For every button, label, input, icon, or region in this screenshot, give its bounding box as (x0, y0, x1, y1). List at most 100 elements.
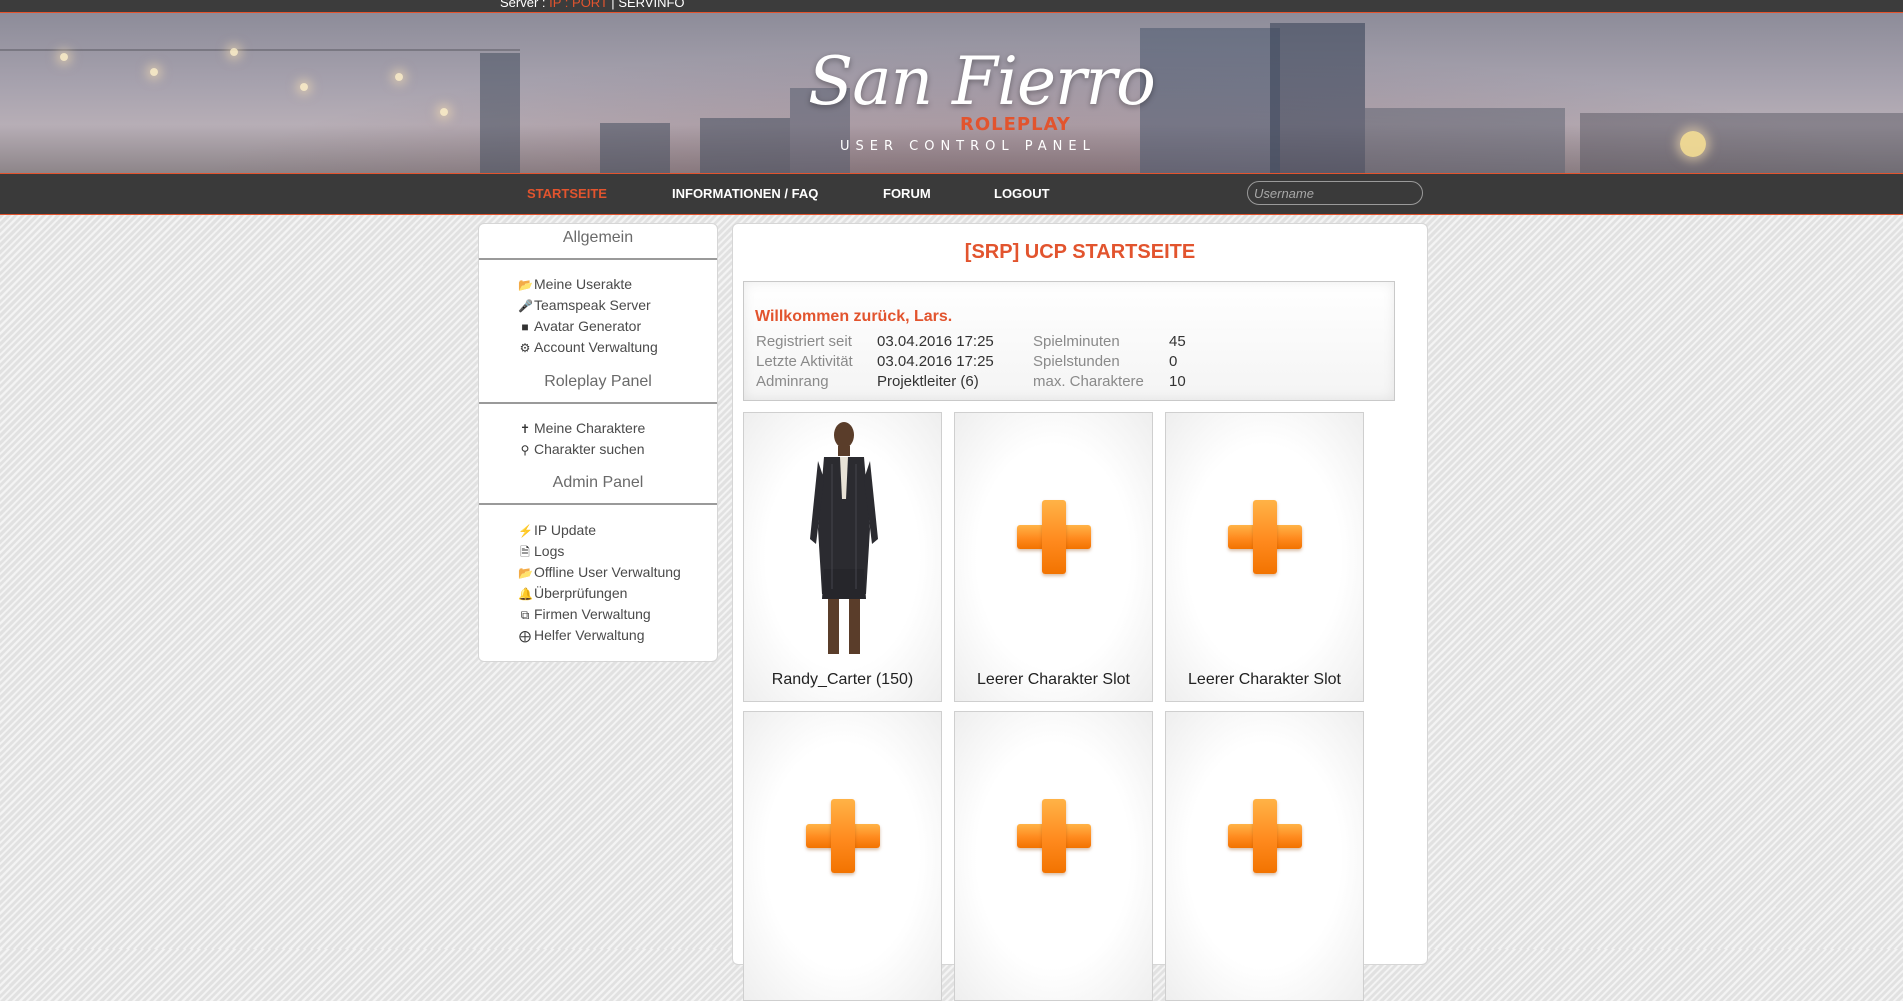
sidebar-item-label: Teamspeak Server (534, 297, 651, 313)
sidebar-item-label: Meine Charaktere (534, 420, 646, 436)
banner-light (230, 48, 238, 56)
banner-light (395, 73, 403, 81)
nav-forum[interactable]: FORUM (883, 186, 931, 201)
search-icon: ⚲ (520, 443, 530, 457)
logo-subtitle: USER CONTROL PANEL (840, 139, 1096, 154)
banner-light (440, 108, 448, 116)
plus-icon (1228, 799, 1302, 873)
sidebar-item-account-verwaltung[interactable]: ⚙ Account Verwaltung (518, 339, 658, 355)
sidebar-item-firmen-verwaltung[interactable]: ⧉ Firmen Verwaltung (518, 606, 651, 623)
stat-value-spielstunden: 0 (1169, 353, 1178, 370)
welcome-heading: Willkommen zurück, Lars. (755, 308, 953, 325)
character-name: Randy_Carter (150) (771, 671, 914, 688)
separator: | (611, 0, 615, 10)
banner-building (1365, 108, 1565, 173)
plus-icon (1017, 799, 1091, 873)
microphone-icon: 🎤 (518, 299, 533, 313)
main-content: [SRP] UCP STARTSEITE Willkommen zurück, … (732, 223, 1428, 1001)
sidebar-item-charakter-suchen[interactable]: ⚲ Charakter suchen (518, 441, 645, 457)
top-info-bar: Server : IP : PORT | SERVINFO (0, 0, 1903, 13)
banner-light (300, 83, 308, 91)
banner-light (1680, 131, 1706, 157)
empty-character-slot[interactable] (954, 711, 1153, 1001)
sidebar-item-label: Helfer Verwaltung (534, 627, 645, 643)
username-input[interactable] (1247, 181, 1423, 205)
empty-character-slot[interactable] (743, 711, 942, 1001)
plus-icon (1017, 500, 1091, 574)
stat-label-spielminuten: Spielminuten (1033, 333, 1120, 350)
bolt-icon: ⚡ (518, 524, 533, 538)
sidebar-item-teamspeak-server[interactable]: 🎤Teamspeak Server (518, 297, 651, 313)
character-card[interactable]: Randy_Carter (150) (743, 412, 942, 702)
copy-icon: ⧉ (520, 608, 530, 622)
empty-character-slot[interactable]: Leerer Charakter Slot (954, 412, 1153, 702)
empty-character-slot[interactable] (1165, 711, 1364, 1001)
banner-building (1270, 23, 1365, 173)
sidebar-item-avatar-generator[interactable]: ■ Avatar Generator (518, 318, 641, 334)
sidebar-item-meine-charaktere[interactable]: ✝ Meine Charaktere (518, 420, 645, 436)
nav-logout[interactable]: LOGOUT (994, 186, 1050, 201)
sidebar-item-helfer-verwaltung[interactable]: ⨁ Helfer Verwaltung (518, 627, 645, 643)
sidebar-item-label: Charakter suchen (534, 441, 645, 457)
divider (479, 402, 717, 404)
divider (479, 258, 717, 260)
stat-label-max-charaktere: max. Charaktere (1033, 373, 1144, 390)
sidebar-item-label: Avatar Generator (534, 318, 642, 334)
slot-label: Leerer Charakter Slot (977, 671, 1130, 688)
banner-building (1580, 113, 1903, 173)
empty-character-slot[interactable]: Leerer Charakter Slot (1165, 412, 1364, 702)
site-logo[interactable]: San Fierro ROLEPLAY USER CONTROL PANEL (800, 43, 1156, 158)
main-navigation: STARTSEITE INFORMATIONEN / FAQ FORUM LOG… (0, 173, 1903, 215)
sidebar-item-label: Account Verwaltung (534, 339, 658, 355)
banner-building (600, 123, 670, 173)
stat-label-adminrang: Adminrang (756, 373, 829, 390)
person-icon: ✝ (519, 422, 531, 436)
file-icon: 🗎 (520, 545, 530, 559)
plus-icon (806, 799, 880, 873)
sidebar-item-label: Logs (534, 543, 565, 559)
sidebar-item-label: Offline User Verwaltung (534, 564, 681, 580)
stat-value-max-charaktere: 10 (1169, 373, 1186, 390)
sidebar-item-ueberpruefungen[interactable]: 🔔Überprüfungen (518, 585, 627, 601)
nav-informationen-faq[interactable]: INFORMATIONEN / FAQ (672, 186, 818, 201)
sidebar-item-label: Überprüfungen (534, 585, 628, 601)
plus-icon (1228, 500, 1302, 574)
ip-port-link[interactable]: IP : PORT (549, 0, 608, 10)
book-icon: ■ (521, 320, 529, 334)
server-label: Server : (500, 0, 546, 10)
page-title: [SRP] UCP STARTSEITE (964, 241, 1196, 263)
banner-building (1140, 28, 1280, 173)
header-banner: San Fierro ROLEPLAY USER CONTROL PANEL (0, 13, 1903, 173)
folder-open-icon: 📂 (518, 566, 533, 580)
banner-light (150, 68, 158, 76)
sidebar-item-offline-user-verwaltung[interactable]: 📂Offline User Verwaltung (518, 564, 681, 580)
sidebar: Allgemein 📂Meine Userakte 🎤Teamspeak Ser… (478, 223, 718, 662)
lifebuoy-icon: ⨁ (519, 629, 531, 643)
slot-label: Leerer Charakter Slot (1188, 671, 1341, 688)
sidebar-heading-allgemein: Allgemein (562, 229, 634, 246)
divider (479, 503, 717, 505)
logo-roleplay-text: ROLEPLAY (960, 114, 1071, 135)
banner-light (60, 53, 68, 61)
sidebar-item-label: IP Update (534, 522, 597, 538)
welcome-panel: Willkommen zurück, Lars. Registriert sei… (743, 281, 1395, 401)
stat-label-spielstunden: Spielstunden (1033, 353, 1120, 370)
stat-value-spielminuten: 45 (1169, 333, 1186, 350)
banner-building (700, 118, 790, 173)
character-avatar (810, 422, 878, 654)
banner-bridge (0, 49, 520, 151)
sidebar-item-logs[interactable]: 🗎 Logs (518, 543, 564, 564)
stat-label-registriert: Registriert seit (756, 333, 852, 350)
folder-open-icon: 📂 (518, 278, 533, 292)
sidebar-item-meine-userakte[interactable]: 📂Meine Userakte (518, 276, 632, 292)
servinfo-link[interactable]: SERVINFO (618, 0, 684, 10)
bell-icon: 🔔 (518, 587, 533, 601)
sidebar-item-label: Firmen Verwaltung (534, 606, 651, 622)
stat-value-adminrang: Projektleiter (6) (877, 373, 979, 390)
stat-value-registriert: 03.04.2016 17:25 (877, 333, 994, 350)
nav-startseite[interactable]: STARTSEITE (527, 186, 607, 201)
logo-script-text: San Fierro (808, 43, 1156, 120)
stat-value-letzte-aktivitaet: 03.04.2016 17:25 (877, 353, 994, 370)
sidebar-heading-admin-panel: Admin Panel (552, 474, 644, 491)
sidebar-item-ip-update[interactable]: ⚡IP Update (518, 522, 596, 538)
